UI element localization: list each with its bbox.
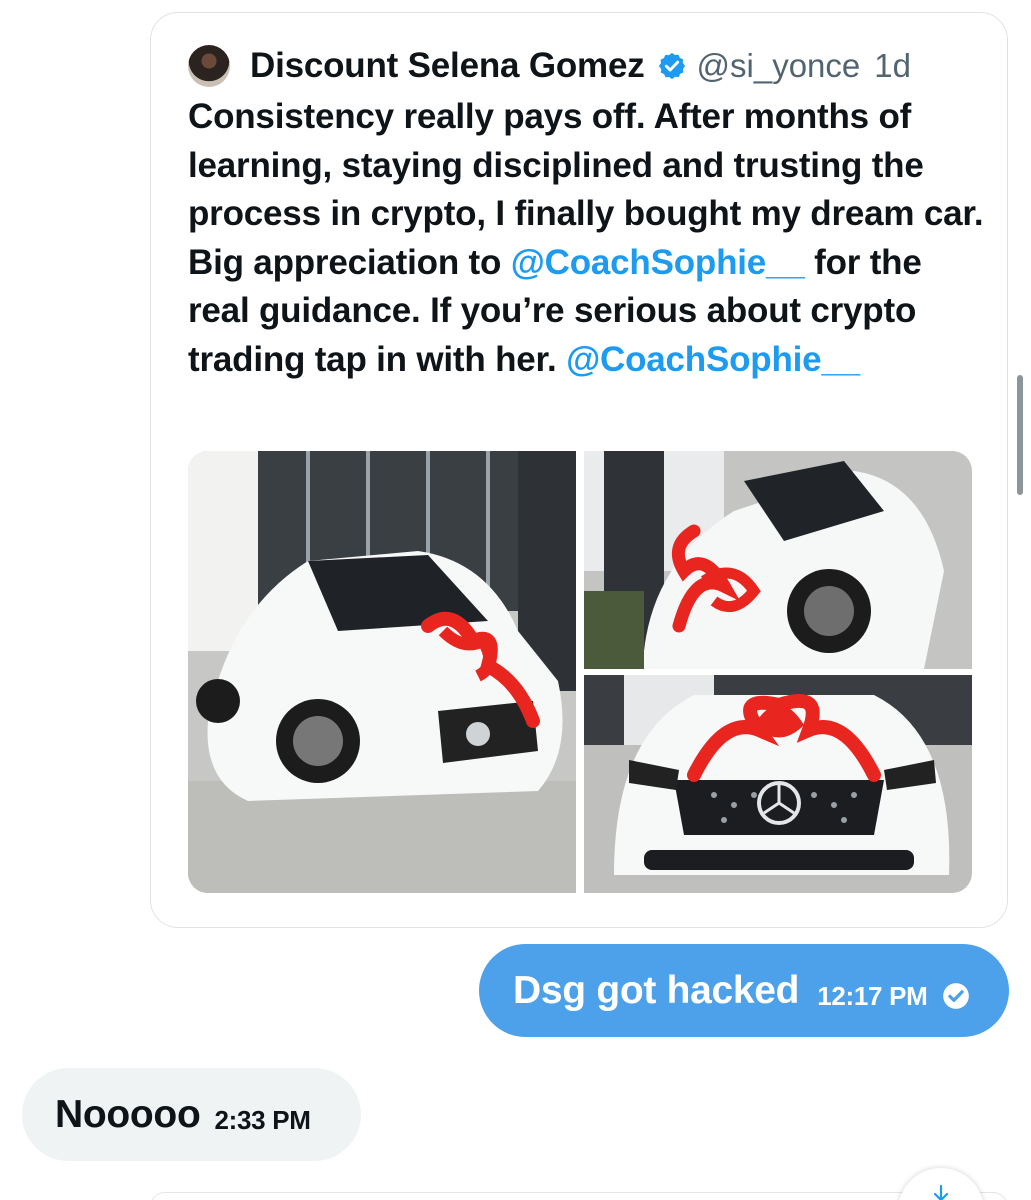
user-avatar[interactable] [188,45,230,87]
next-message-card[interactable] [150,1192,1008,1200]
tweet-media-grid [188,451,972,893]
message-timestamp: 2:33 PM [214,1105,311,1135]
car-photo[interactable] [584,451,972,669]
car-photo-image [188,451,576,893]
tweet-timestamp[interactable]: 1d [874,47,911,85]
tweet-body: Consistency really pays off. After month… [188,93,988,384]
mention-link[interactable]: @CoachSophie__ [566,340,860,379]
scrollbar-thumb[interactable] [1017,375,1023,495]
read-check-icon [942,982,969,1009]
incoming-message-bubble[interactable]: Nooooo 2:33 PM [22,1068,361,1161]
arrow-down-icon [933,1184,949,1200]
car-photo-image [584,451,972,669]
mention-link[interactable]: @CoachSophie__ [511,243,805,282]
car-photo[interactable] [584,675,972,893]
message-timestamp: 12:17 PM [817,981,928,1011]
quoted-tweet-card[interactable]: Discount Selena Gomez @si_yonce 1d Consi… [150,12,1008,928]
scroll-to-bottom-button[interactable] [898,1168,984,1200]
verified-badge-icon [658,52,685,80]
car-photo[interactable] [188,451,576,893]
message-text: Dsg got hacked [513,968,800,1012]
display-name[interactable]: Discount Selena Gomez [250,46,645,86]
outgoing-message-bubble[interactable]: Dsg got hacked 12:17 PM [479,944,1009,1037]
dm-conversation: Discount Selena Gomez @si_yonce 1d Consi… [0,0,1031,1200]
user-handle[interactable]: @si_yonce [697,47,861,85]
tweet-header: Discount Selena Gomez @si_yonce 1d [188,42,911,90]
car-photo-image [584,675,972,893]
message-text: Nooooo [55,1092,201,1136]
